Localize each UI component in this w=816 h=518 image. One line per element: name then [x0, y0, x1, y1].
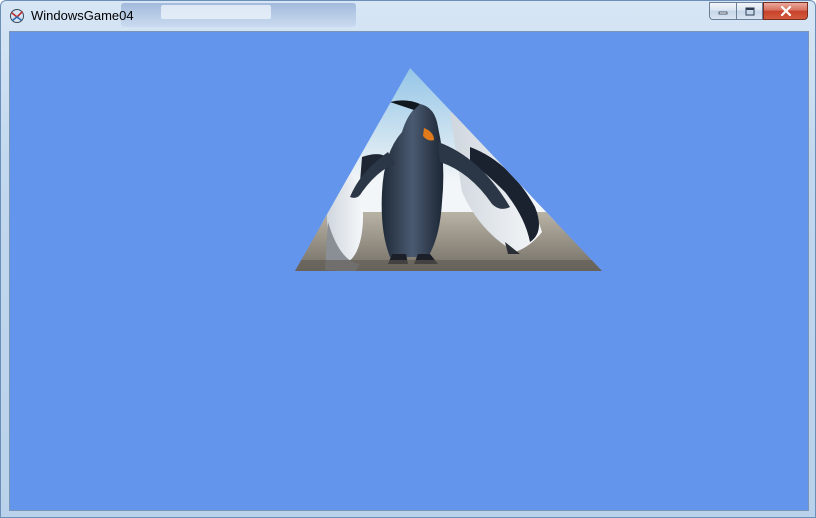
maximize-button[interactable] — [736, 2, 763, 20]
close-button[interactable] — [763, 2, 808, 20]
title-bar[interactable]: WindowsGame04 — [1, 1, 815, 31]
background-window-blur — [161, 5, 271, 19]
close-icon — [780, 6, 791, 16]
minimize-button[interactable] — [709, 2, 736, 20]
minimize-icon — [718, 11, 728, 15]
xna-game-icon — [10, 9, 24, 23]
game-viewport[interactable] — [9, 31, 809, 511]
maximize-icon — [745, 7, 754, 15]
window-controls — [709, 2, 808, 21]
window-title: WindowsGame04 — [31, 8, 134, 23]
game-canvas — [10, 32, 808, 510]
game-window: WindowsGame04 — [0, 0, 816, 518]
